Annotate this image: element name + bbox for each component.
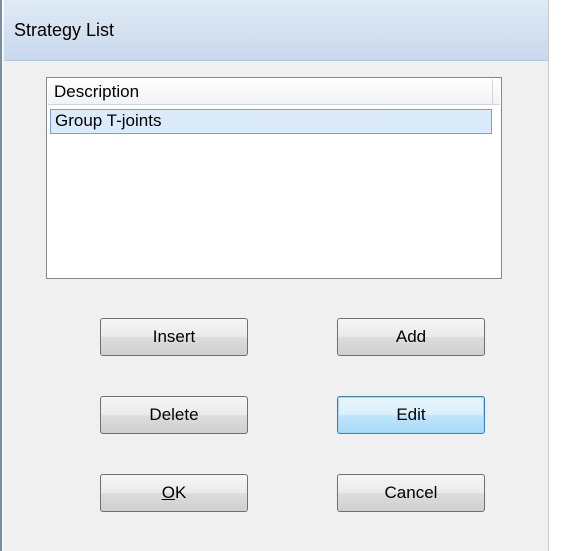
- add-button[interactable]: Add: [337, 318, 485, 356]
- strategy-list-dialog: Strategy List Description Group T-joints…: [0, 0, 566, 551]
- ok-mnemonic: O: [161, 483, 175, 502]
- list-item-label: Group T-joints: [55, 111, 162, 130]
- column-header-label: Description: [54, 82, 140, 101]
- dialog-client-area: Description Group T-joints Insert Add De…: [4, 60, 549, 551]
- edit-button[interactable]: Edit: [337, 396, 485, 434]
- cancel-button[interactable]: Cancel: [337, 474, 485, 512]
- delete-button[interactable]: Delete: [100, 396, 248, 434]
- window-title: Strategy List: [14, 20, 115, 40]
- title-bar[interactable]: Strategy List: [4, 0, 549, 60]
- ok-label-rest: K: [174, 483, 187, 502]
- window-edge: [548, 0, 566, 551]
- listview-header: Description: [48, 79, 500, 105]
- column-header-description[interactable]: Description: [48, 79, 493, 104]
- strategy-listview[interactable]: Description Group T-joints: [46, 77, 502, 279]
- insert-button[interactable]: Insert: [100, 318, 248, 356]
- ok-button[interactable]: OK: [100, 474, 248, 512]
- list-item-group-t-joints[interactable]: Group T-joints: [50, 109, 492, 134]
